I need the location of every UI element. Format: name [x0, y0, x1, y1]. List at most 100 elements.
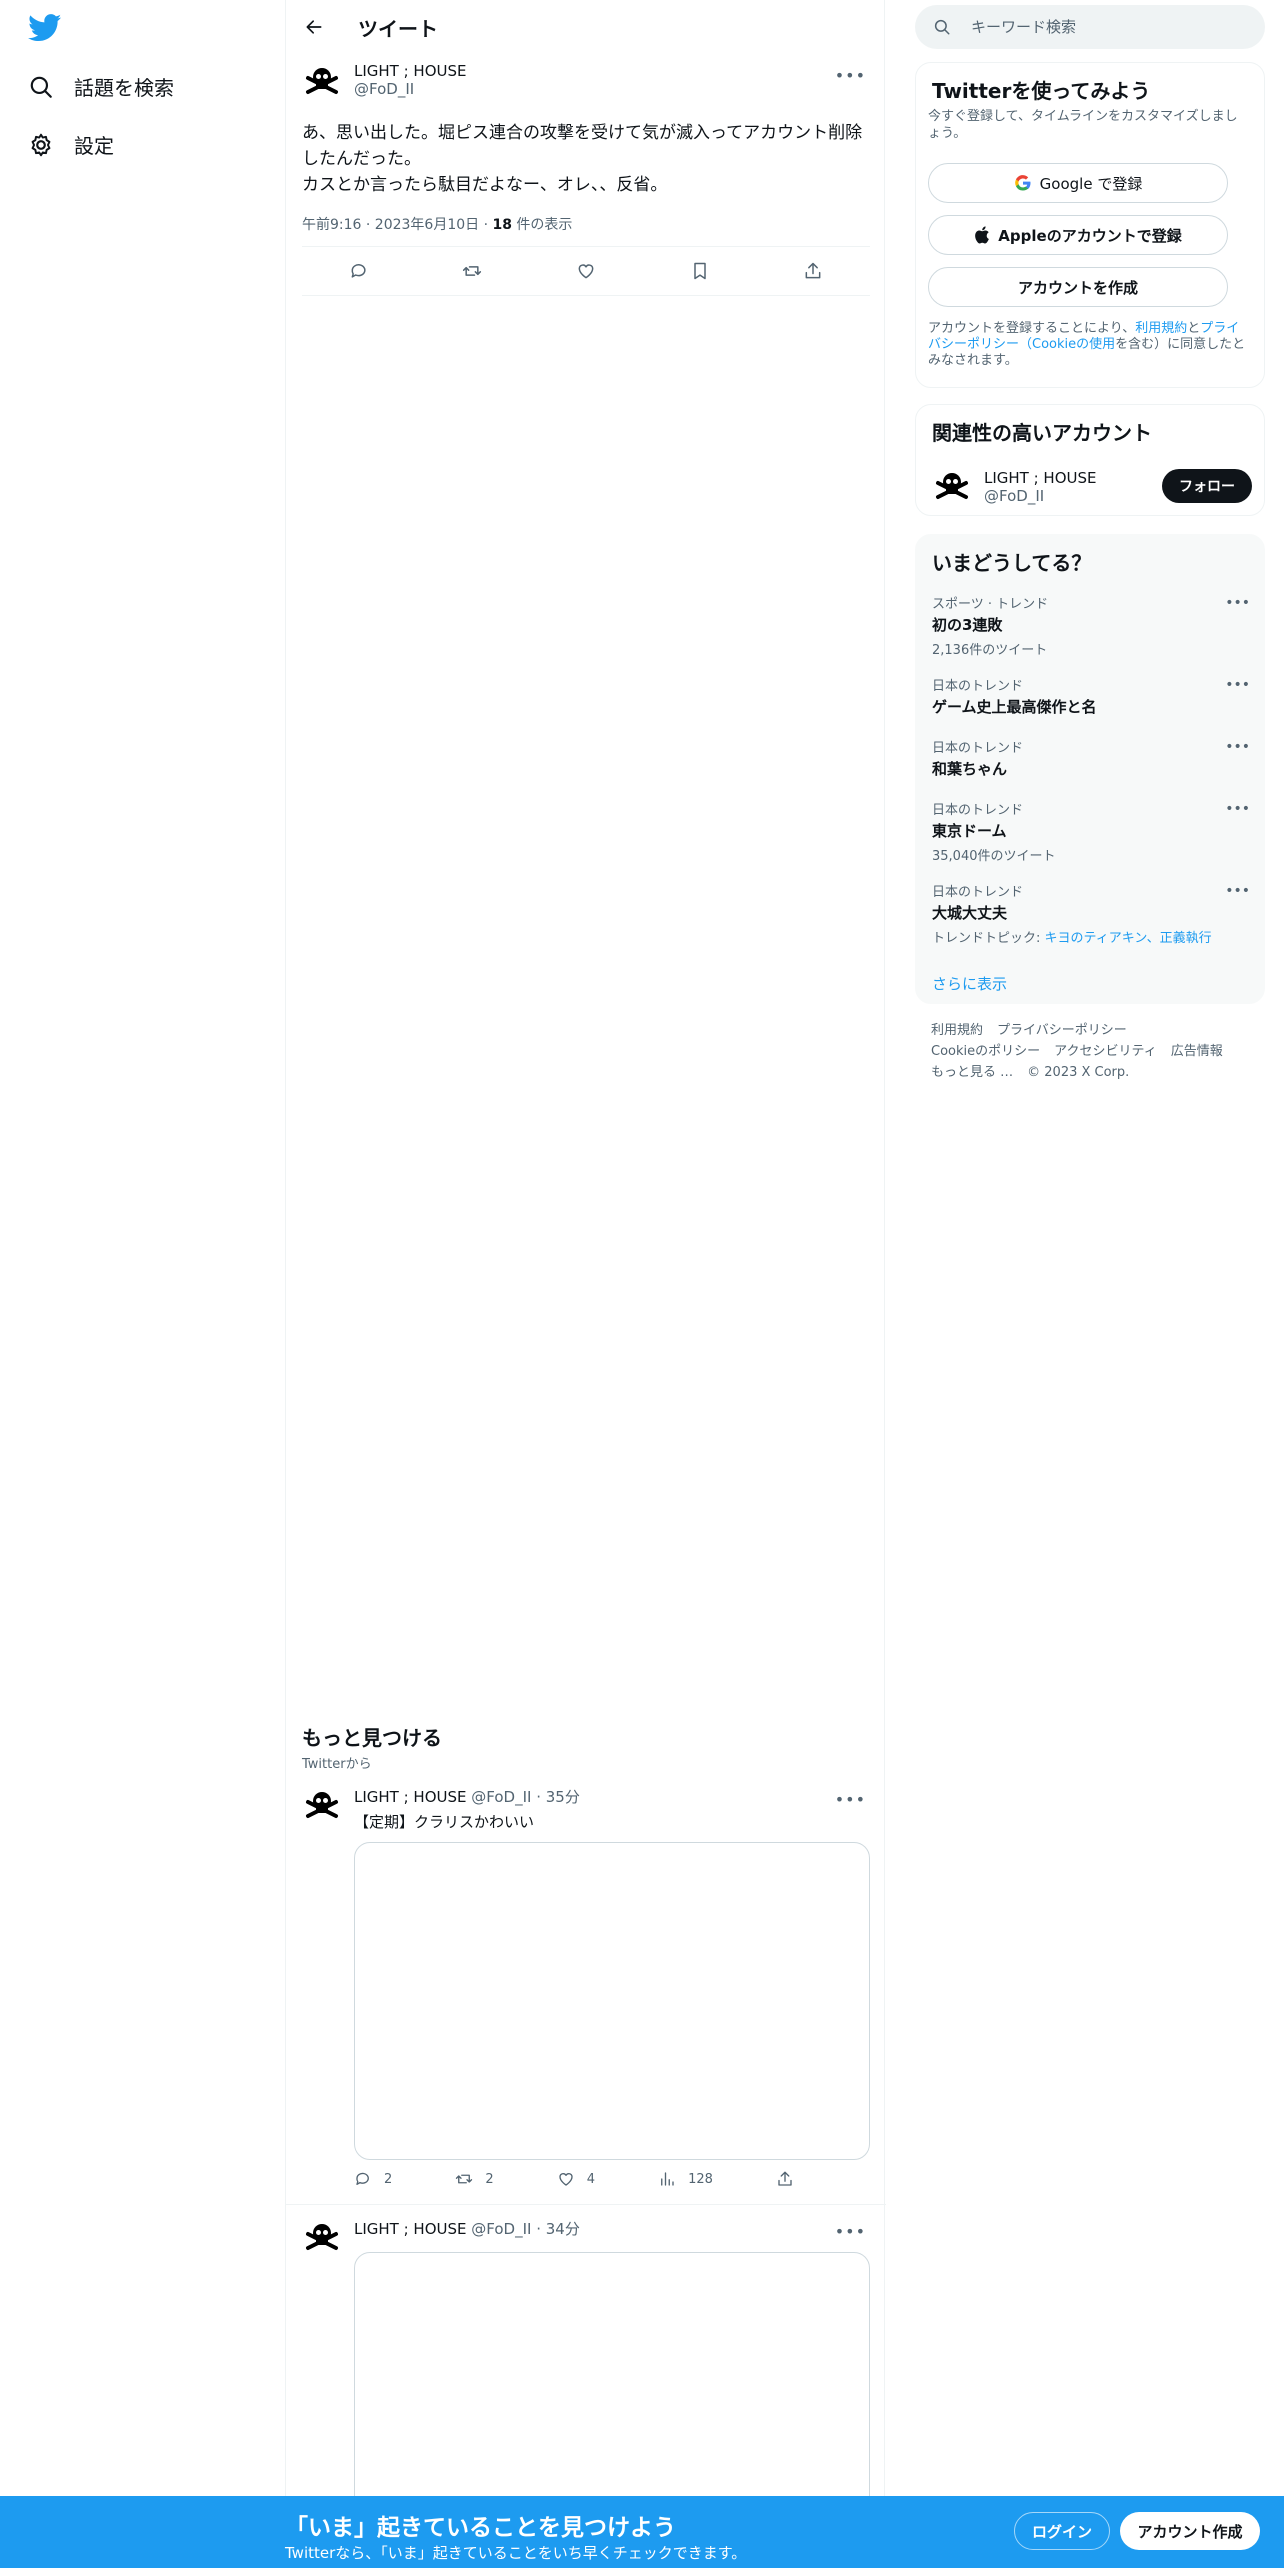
relevant-accounts-card: 関連性の高いアカウント LIGHT ; HOUSE @FoD_II フォロー	[915, 404, 1265, 516]
divider	[286, 2204, 886, 2205]
trend-count: 2,136件のツイート	[932, 643, 1048, 658]
share-icon[interactable]	[803, 261, 823, 281]
more-options-icon[interactable]: •••	[1225, 883, 1250, 899]
views-count: 18	[492, 217, 512, 233]
reply-button[interactable]: 2	[354, 2170, 392, 2188]
trend-title: 大城大丈夫	[932, 904, 1008, 922]
avatar[interactable]	[932, 467, 972, 507]
trend-topic-links[interactable]: キヨのティアキン、正義執行	[1045, 931, 1212, 946]
more-options-icon[interactable]: •••	[1225, 595, 1250, 611]
back-button[interactable]	[300, 13, 328, 41]
follow-button[interactable]: フォロー	[1162, 469, 1252, 503]
arrow-left-icon	[306, 20, 322, 34]
twitter-bird-icon[interactable]	[28, 14, 62, 42]
trend-category: スポーツ · トレンド	[932, 597, 1049, 612]
apple-signup-button[interactable]: Appleのアカウントで登録	[928, 215, 1228, 255]
create-account-button[interactable]: アカウントを作成	[928, 267, 1228, 307]
footer-link[interactable]: プライバシーポリシー	[997, 1023, 1127, 1038]
footer-link[interactable]: 広告情報	[1171, 1044, 1223, 1059]
more-options-icon[interactable]: •••	[835, 2222, 866, 2241]
like-button[interactable]: 4	[557, 2170, 595, 2188]
more-options-icon[interactable]: •••	[835, 66, 866, 85]
avatar[interactable]	[302, 1786, 342, 1826]
main-column: ツイート LIGHT ; HOUSE @FoD_II ••• あ、思い出した。堀…	[285, 0, 886, 2568]
nav-settings[interactable]: 設定	[28, 130, 114, 159]
trends-card: いまどうしてる？ スポーツ · トレンド 初の3連敗 2,136件のツイート •…	[915, 534, 1265, 1004]
footer-link[interactable]: もっと見る …	[931, 1065, 1013, 1080]
tweet-timestamp[interactable]: 午前9:16 · 2023年6月10日 ·	[302, 217, 493, 233]
account-row[interactable]: LIGHT ; HOUSE @FoD_II フォロー	[932, 463, 1252, 511]
signup-subtitle: 今すぐ登録して、タイムラインをカスタマイズしましょう。	[928, 109, 1238, 141]
left-nav: 話題を検索 設定	[0, 0, 285, 2568]
skull-crossbones-icon	[302, 1786, 342, 1826]
feed-tweet[interactable]: LIGHT ; HOUSE @FoD_II · 34分 •••	[302, 2218, 870, 2512]
author-name[interactable]: LIGHT ; HOUSE	[354, 2220, 467, 2238]
signup-button[interactable]: アカウント作成	[1120, 2512, 1260, 2550]
skull-crossbones-icon	[302, 2218, 342, 2258]
views-button[interactable]: 128	[658, 2170, 713, 2188]
trend-title: ゲーム史上最高傑作と名	[932, 698, 1097, 716]
discover-title: もっと見つける	[302, 1726, 442, 1750]
apple-signup-label: Appleのアカウントで登録	[998, 226, 1182, 245]
discover-section: もっと見つける Twitterから	[302, 1722, 442, 1772]
footer-link[interactable]: 利用規約	[931, 1023, 983, 1038]
trend-item[interactable]: 日本のトレンド ゲーム史上最高傑作と名 •••	[932, 675, 1250, 717]
nav-explore[interactable]: 話題を検索	[28, 72, 174, 101]
tweet-actions	[302, 246, 870, 296]
search-input[interactable]	[971, 18, 1231, 36]
retweet-button[interactable]: 2	[455, 2170, 494, 2188]
feed-tweet[interactable]: LIGHT ; HOUSE @FoD_II · 35分 【定期】クラリスかわいい…	[302, 1786, 870, 2204]
trend-item[interactable]: スポーツ · トレンド 初の3連敗 2,136件のツイート •••	[932, 593, 1250, 658]
trend-category: 日本のトレンド	[932, 803, 1024, 818]
trend-item[interactable]: 日本のトレンド 和葉ちゃん •••	[932, 737, 1250, 779]
nav-explore-label: 話題を検索	[74, 76, 174, 100]
author-name[interactable]: LIGHT ; HOUSE	[354, 62, 467, 80]
show-more-link[interactable]: さらに表示	[932, 973, 1007, 994]
main-tweet: LIGHT ; HOUSE @FoD_II ••• あ、思い出した。堀ピス連合の…	[302, 62, 870, 234]
account-handle[interactable]: @FoD_II	[984, 487, 1097, 505]
trend-item[interactable]: 日本のトレンド 大城大丈夫 トレンドトピック: キヨのティアキン、正義執行 ••…	[932, 881, 1250, 946]
like-icon[interactable]	[576, 261, 596, 281]
share-icon	[778, 2171, 792, 2186]
like-icon	[559, 2173, 573, 2186]
trend-topics: トレンドトピック: キヨのティアキン、正義執行	[932, 927, 1250, 946]
more-options-icon[interactable]: •••	[835, 1790, 866, 1809]
author-name[interactable]: LIGHT ; HOUSE	[354, 1788, 467, 1806]
more-options-icon[interactable]: •••	[1225, 801, 1250, 817]
login-button[interactable]: ログイン	[1014, 2512, 1110, 2550]
terms-text: アカウントを登録することにより、利用規約とプライバシーポリシー（Cookieの使…	[928, 321, 1248, 369]
views-count: 128	[688, 2171, 713, 2187]
bookmark-icon[interactable]	[690, 261, 710, 281]
skull-crossbones-icon	[302, 62, 342, 102]
footer-link[interactable]: Cookieのポリシー	[931, 1044, 1040, 1059]
nav-settings-label: 設定	[74, 134, 114, 158]
retweet-icon[interactable]	[462, 261, 482, 281]
author-handle[interactable]: @FoD_II	[354, 80, 467, 98]
create-account-label: アカウントを作成	[1017, 278, 1138, 297]
tweet-text: あ、思い出した。堀ピス連合の攻撃を受けて気が滅入ってアカウント削除したんだった。…	[302, 123, 863, 195]
trend-category: 日本のトレンド	[932, 679, 1024, 694]
reply-icon[interactable]	[349, 261, 369, 281]
footer-link[interactable]: アクセシビリティ	[1054, 1044, 1157, 1059]
terms-link[interactable]: 利用規約	[1135, 321, 1187, 336]
more-options-icon[interactable]: •••	[1225, 677, 1250, 693]
trend-item[interactable]: 日本のトレンド 東京ドーム 35,040件のツイート •••	[932, 799, 1250, 864]
trend-category: 日本のトレンド	[932, 885, 1024, 900]
trend-title: 初の3連敗	[932, 616, 1003, 634]
google-signup-button[interactable]: Google で登録	[928, 163, 1228, 203]
author-handle-time[interactable]: @FoD_II · 35分	[471, 1788, 580, 1806]
reply-count: 2	[384, 2171, 393, 2187]
tweet-author[interactable]: LIGHT ; HOUSE @FoD_II •••	[302, 62, 870, 106]
trend-topic-prefix: トレンドトピック:	[932, 931, 1045, 946]
share-button[interactable]	[776, 2170, 794, 2188]
search-bar[interactable]	[915, 5, 1265, 49]
account-name[interactable]: LIGHT ; HOUSE	[984, 469, 1097, 487]
tweet-media[interactable]	[354, 2252, 870, 2512]
tweet-media[interactable]	[354, 1842, 870, 2160]
avatar[interactable]	[302, 2218, 342, 2258]
avatar[interactable]	[302, 62, 342, 102]
more-options-icon[interactable]: •••	[1225, 739, 1250, 755]
google-icon	[1014, 175, 1031, 191]
apple-icon	[975, 226, 990, 244]
author-handle-time[interactable]: @FoD_II · 34分	[471, 2220, 580, 2238]
